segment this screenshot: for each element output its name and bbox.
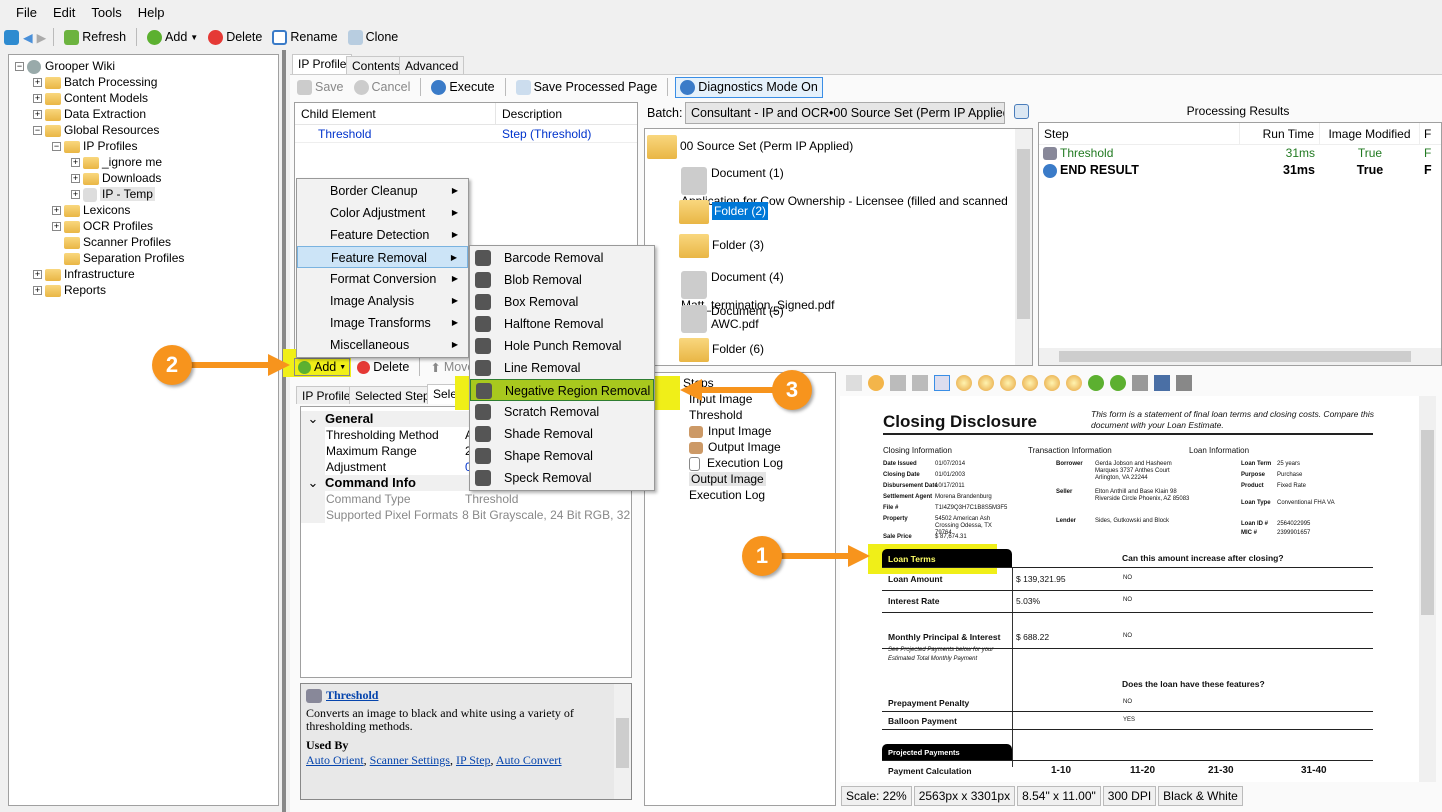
callout-3: 3 [772,370,812,410]
arrow-1-shaft [780,553,850,559]
arrow-2-head [268,354,290,376]
callout-2: 2 [152,345,192,385]
arrow-3-shaft [700,387,780,393]
arrow-3-head [680,379,702,401]
callout-arrows [190,354,870,567]
arrow-1-head [848,545,870,567]
arrow-2-shaft [190,362,270,368]
callout-1: 1 [742,536,782,576]
